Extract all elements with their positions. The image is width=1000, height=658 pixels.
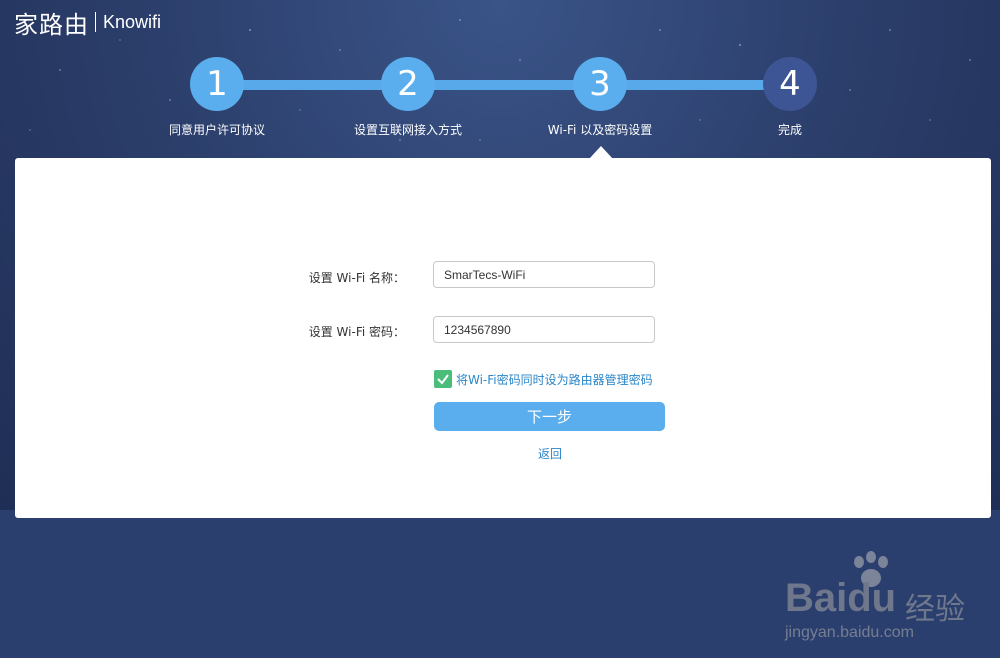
watermark-cn: 经验 [905, 592, 965, 627]
wifi-password-input[interactable] [433, 316, 655, 343]
same-password-option[interactable]: 将Wi-Fi密码同时设为路由器管理密码 [434, 370, 653, 388]
next-step-button[interactable]: 下一步 [434, 402, 665, 431]
watermark-url: jingyan.baidu.com [785, 624, 914, 641]
stepper-track [217, 80, 790, 90]
wifi-password-label: 设置 Wi-Fi 密码： [308, 325, 405, 339]
step-4-label: 完成 [777, 123, 802, 137]
setup-stepper: 1 同意用户许可协议 2 设置互联网接入方式 3 Wi-Fi 以及密码设置 4 … [0, 0, 1000, 160]
checkmark-icon [437, 374, 449, 385]
watermark-main: Baidu [785, 576, 897, 620]
same-password-checkbox[interactable] [434, 370, 452, 388]
step-2-label: 设置互联网接入方式 [353, 123, 462, 137]
step-2-circle: 2 [381, 57, 435, 111]
wifi-name-input[interactable] [433, 261, 655, 288]
step-1-label: 同意用户许可协议 [168, 123, 265, 137]
step-3-label: Wi-Fi 以及密码设置 [547, 123, 653, 137]
wifi-name-label: 设置 Wi-Fi 名称： [308, 271, 405, 285]
wifi-settings-panel: 设置 Wi-Fi 名称： 设置 Wi-Fi 密码： 将Wi-Fi密码同时设为路由… [15, 158, 991, 641]
step-3-circle: 3 [573, 57, 627, 111]
back-link[interactable]: 返回 [520, 445, 580, 462]
step-1-circle: 1 [190, 57, 244, 111]
baidu-watermark: Baidu 经验 jingyan.baidu.com [775, 551, 1000, 658]
step-4-circle: 4 [763, 57, 817, 111]
same-password-label: 将Wi-Fi密码同时设为路由器管理密码 [456, 372, 653, 387]
